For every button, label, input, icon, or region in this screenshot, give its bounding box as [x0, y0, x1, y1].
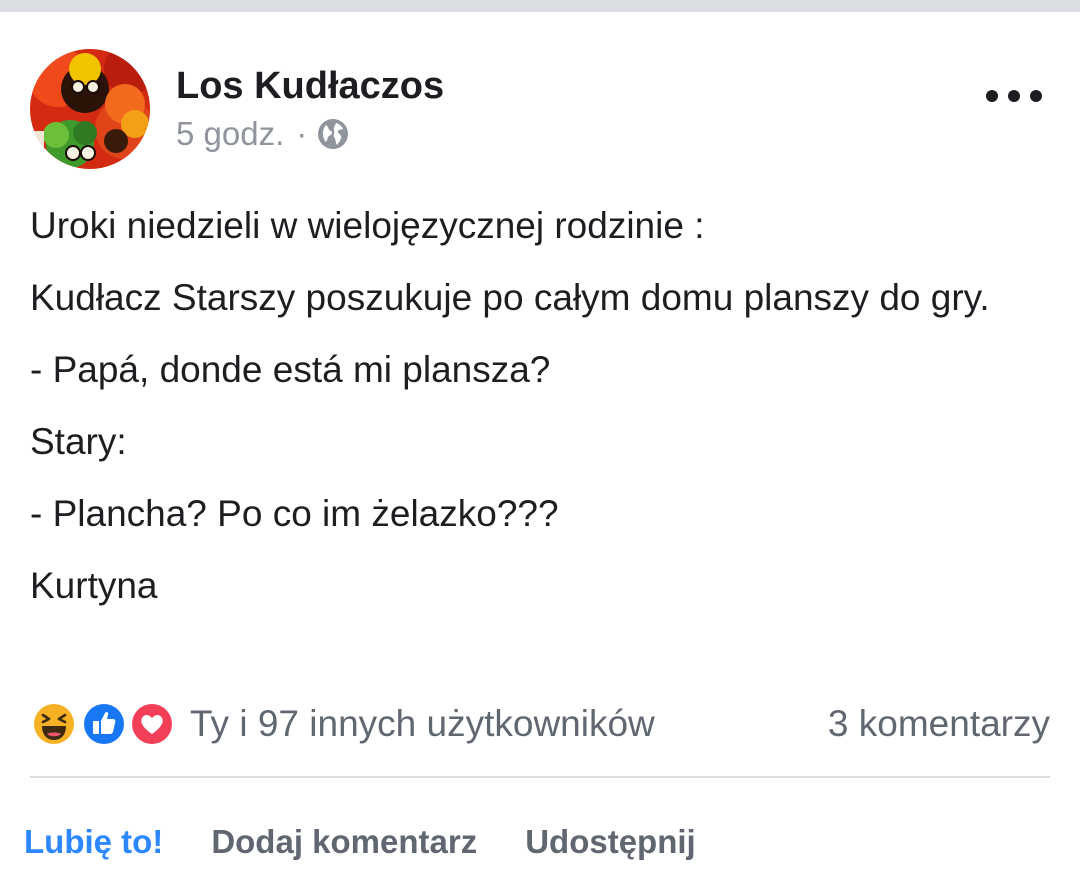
haha-reaction-icon	[31, 701, 77, 747]
like-reaction-icon	[81, 701, 127, 747]
globe-icon[interactable]	[317, 118, 349, 150]
post-paragraph: - Plancha? Po co im żelazko???	[30, 493, 559, 534]
post-paragraph: Kurtyna	[30, 565, 158, 606]
meta-separator: ·	[296, 115, 308, 152]
action-bar: Lubię to! Dodaj komentarz Udostępnij	[24, 820, 744, 864]
comment-button[interactable]: Dodaj komentarz	[211, 823, 477, 861]
like-button[interactable]: Lubię to!	[24, 823, 163, 861]
avatar-image	[30, 49, 150, 169]
post-card: Los Kudłaczos 5 godz. · Uroki niedzieli …	[0, 12, 1080, 881]
post-timestamp[interactable]: 5 godz.	[176, 115, 284, 153]
author-name[interactable]: Los Kudłaczos	[176, 64, 444, 108]
love-reaction-icon	[129, 701, 175, 747]
reactions-summary[interactable]: Ty i 97 innych użytkowników	[190, 703, 655, 745]
post-paragraph: - Papá, donde está mi plansza?	[30, 349, 551, 390]
more-options-icon[interactable]	[986, 84, 1042, 108]
post-paragraph: Uroki niedzieli w wielojęzycznej rodzini…	[30, 205, 705, 246]
comments-count[interactable]: 3 komentarzy	[828, 703, 1050, 745]
post-paragraph: Stary:	[30, 421, 127, 462]
post-text: Uroki niedzieli w wielojęzycznej rodzini…	[30, 200, 1050, 632]
reactions-bar: Ty i 97 innych użytkowników 3 komentarzy	[30, 698, 1050, 750]
author-avatar[interactable]	[30, 49, 150, 169]
feed-separator	[0, 0, 1080, 12]
post-meta: 5 godz. ·	[176, 114, 349, 154]
post-paragraph: Kudłacz Starszy poszukuje po całym domu …	[30, 277, 990, 318]
divider	[30, 776, 1050, 778]
reaction-icons[interactable]	[30, 698, 180, 750]
share-button[interactable]: Udostępnij	[525, 823, 696, 861]
